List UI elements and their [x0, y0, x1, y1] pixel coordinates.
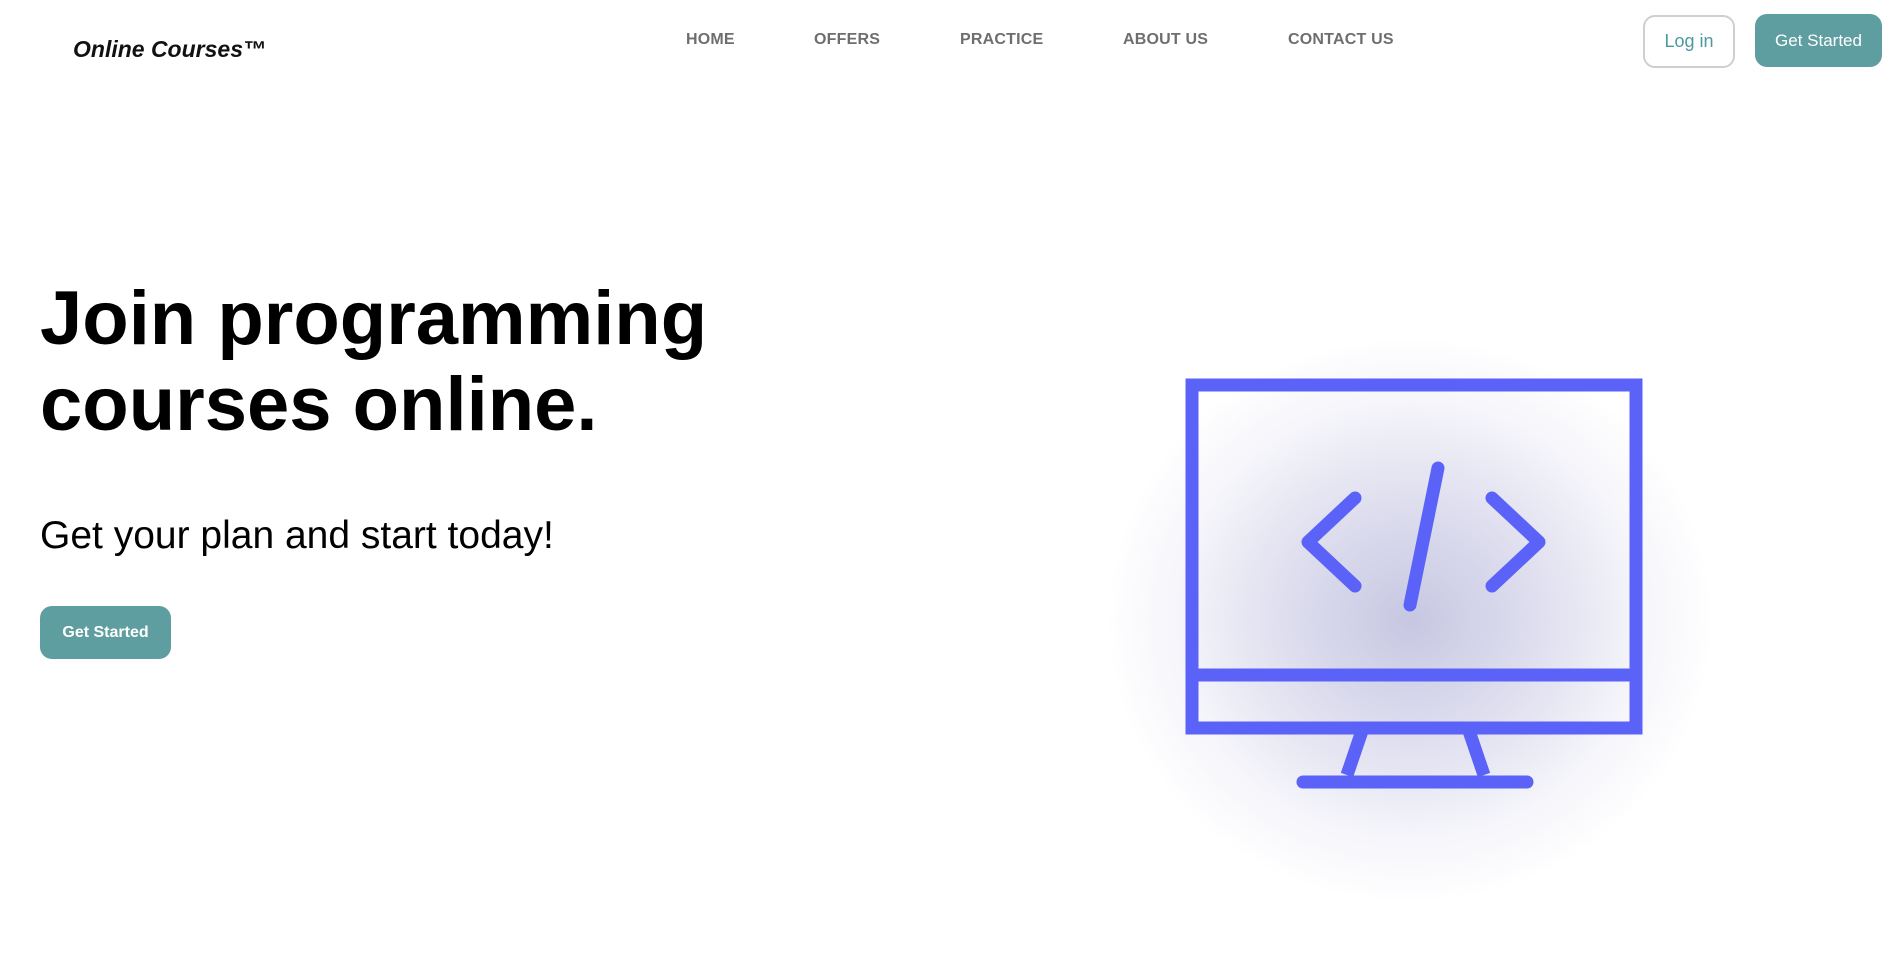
- hero-get-started-button[interactable]: Get Started: [40, 606, 171, 659]
- hero-title-line-1: Join programming: [40, 276, 708, 361]
- header-get-started-button[interactable]: Get Started: [1755, 14, 1882, 67]
- code-slash: [1403, 461, 1445, 612]
- site-logo[interactable]: Online Courses™: [73, 36, 266, 63]
- nav-link-about-us[interactable]: ABOUT US: [1123, 31, 1208, 49]
- nav-link-offers[interactable]: OFFERS: [814, 31, 880, 49]
- login-button[interactable]: Log in: [1643, 15, 1735, 68]
- nav-link-contact-us[interactable]: CONTACT US: [1288, 31, 1394, 49]
- nav-link-practice[interactable]: PRACTICE: [960, 31, 1043, 49]
- monitor-stand-left-leg: [1340, 725, 1370, 778]
- hero-subtitle: Get your plan and start today!: [40, 514, 554, 557]
- hero-title-line-2: courses online.: [40, 362, 598, 447]
- code-right-bracket: [1485, 491, 1546, 593]
- hero-illustration: [1060, 300, 1760, 959]
- nav-link-home[interactable]: HOME: [686, 31, 735, 49]
- hero-title: Join programming courses online.: [40, 276, 800, 448]
- monitor-code-icon-strokes: [1185, 378, 1643, 789]
- monitor-code-icon: [1185, 378, 1643, 789]
- code-left-bracket: [1301, 491, 1362, 593]
- monitor-stand-right-leg: [1461, 725, 1491, 778]
- page: Online Courses™ HOME OFFERS PRACTICE ABO…: [0, 0, 1903, 959]
